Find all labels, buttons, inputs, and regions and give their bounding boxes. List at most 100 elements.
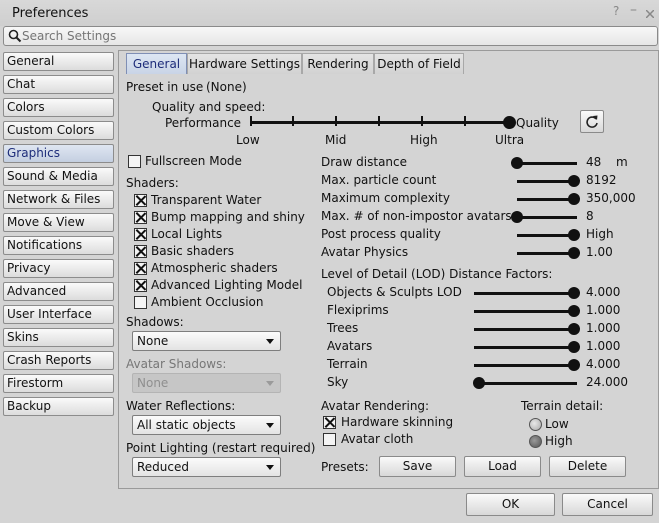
tab-general[interactable]: General	[126, 53, 187, 74]
refresh-icon	[586, 115, 598, 128]
sidebar-item-graphics[interactable]: Graphics	[3, 144, 114, 163]
title-bar[interactable]: Preferences ? –	[0, 0, 659, 26]
water-reflections-combo[interactable]: All static objects	[132, 415, 281, 435]
quality-tick	[464, 116, 466, 126]
sidebar-item-chat[interactable]: Chat	[3, 75, 114, 94]
hardware-skinning-label: Hardware skinning	[341, 415, 454, 429]
terrain-high-radio[interactable]	[529, 435, 542, 448]
flexiprims-slider-knob[interactable]	[568, 305, 580, 317]
advanced-lighting-model-checkbox[interactable]	[134, 279, 147, 292]
water-reflections-label: Water Reflections:	[126, 399, 236, 413]
sidebar-item-advanced[interactable]: Advanced	[3, 282, 114, 301]
maximum-complexity-slider-knob[interactable]	[568, 193, 580, 205]
maximum-complexity-value: 350,000	[586, 191, 636, 205]
close-icon[interactable]	[645, 7, 655, 19]
sidebar-item-move-and-view[interactable]: Move & View	[3, 213, 114, 232]
objects-and-sculpts-lod-slider-knob[interactable]	[568, 287, 580, 299]
shaders-title: Shaders:	[126, 176, 179, 190]
sidebar-item-colors[interactable]: Colors	[3, 98, 114, 117]
minimize-icon[interactable]: –	[630, 2, 637, 18]
atmospheric-shaders-checkbox[interactable]	[134, 262, 147, 275]
max-particle-count-slider-knob[interactable]	[568, 175, 580, 187]
avatar-physics-label: Avatar Physics	[321, 245, 409, 259]
avatar-physics-slider-knob[interactable]	[568, 247, 580, 259]
shadows-combo[interactable]: None	[132, 331, 281, 351]
sky-slider-knob[interactable]	[473, 377, 485, 389]
quality-title: Quality and speed:	[152, 100, 266, 114]
sky-track	[474, 382, 577, 385]
tab-depth-of-field[interactable]: Depth of Field	[374, 53, 464, 74]
help-icon[interactable]: ?	[613, 4, 619, 18]
max-num-of-non-impostor-avatars-slider-knob[interactable]	[511, 211, 523, 223]
terrain-detail-title: Terrain detail:	[521, 399, 604, 413]
local-lights-label: Local Lights	[151, 227, 223, 241]
sidebar-item-privacy[interactable]: Privacy	[3, 259, 114, 278]
sidebar-item-firestorm[interactable]: Firestorm	[3, 374, 114, 393]
sidebar-item-custom-colors[interactable]: Custom Colors	[3, 121, 114, 140]
bump-mapping-and-shiny-checkbox[interactable]	[134, 211, 147, 224]
trees-track	[474, 328, 577, 331]
point-lighting-label: Point Lighting (restart required)	[126, 441, 316, 455]
draw-distance-label: Draw distance	[321, 155, 408, 169]
search-box	[3, 26, 658, 46]
avatars-label: Avatars	[327, 339, 373, 353]
terrain-slider-knob[interactable]	[568, 359, 580, 371]
shadows-label: Shadows:	[126, 315, 184, 329]
sidebar-item-network-and-files[interactable]: Network & Files	[3, 190, 114, 209]
sidebar-item-skins[interactable]: Skins	[3, 328, 114, 347]
flexiprims-label: Flexiprims	[327, 303, 389, 317]
save-preset-button[interactable]: Save	[379, 456, 456, 477]
quality-tick	[378, 116, 380, 126]
load-preset-button[interactable]: Load	[464, 456, 541, 477]
sky-label: Sky	[327, 375, 349, 389]
hardware-skinning-checkbox[interactable]	[323, 416, 336, 429]
quality-tick	[250, 116, 252, 126]
objects-and-sculpts-lod-label: Objects & Sculpts LOD	[327, 285, 462, 299]
quality-slider-knob[interactable]	[503, 116, 516, 129]
avatar-cloth-checkbox[interactable]	[323, 433, 336, 446]
sidebar-item-sound-and-media[interactable]: Sound & Media	[3, 167, 114, 186]
delete-preset-button[interactable]: Delete	[549, 456, 626, 477]
sidebar-item-general[interactable]: General	[3, 52, 114, 71]
sidebar-item-user-interface[interactable]: User Interface	[3, 305, 114, 324]
window-title: Preferences	[12, 6, 89, 21]
trees-slider-knob[interactable]	[568, 323, 580, 335]
advanced-lighting-model-label: Advanced Lighting Model	[151, 278, 303, 292]
cancel-button[interactable]: Cancel	[562, 493, 653, 516]
fullscreen-checkbox[interactable]	[128, 155, 141, 168]
avatar-cloth-label: Avatar cloth	[341, 432, 414, 446]
chevron-down-icon	[266, 381, 274, 386]
transparent-water-checkbox[interactable]	[134, 194, 147, 207]
ok-button[interactable]: OK	[466, 493, 555, 516]
draw-distance-slider-knob[interactable]	[511, 157, 523, 169]
preset-value: (None)	[206, 80, 247, 94]
tab-rendering[interactable]: Rendering	[302, 53, 374, 74]
max-num-of-non-impostor-avatars-value: 8	[586, 209, 594, 223]
quality-tick	[292, 116, 294, 126]
presets-label: Presets:	[321, 460, 369, 474]
tab-hardware-settings[interactable]: Hardware Settings	[187, 53, 302, 74]
terrain-low-radio[interactable]	[529, 418, 542, 431]
point-lighting-combo[interactable]: Reduced	[132, 457, 281, 477]
sidebar-item-notifications[interactable]: Notifications	[3, 236, 114, 255]
terrain-high-label: High	[545, 434, 573, 448]
ambient-occlusion-checkbox[interactable]	[134, 296, 147, 309]
avatar-physics-value: 1.00	[586, 245, 613, 259]
max-num-of-non-impostor-avatars-label: Max. # of non-impostor avatars	[321, 209, 512, 223]
lod-title: Level of Detail (LOD) Distance Factors:	[321, 267, 553, 281]
max-particle-count-label: Max. particle count	[321, 173, 437, 187]
sidebar-item-backup[interactable]: Backup	[3, 397, 114, 416]
search-input[interactable]	[22, 27, 642, 45]
quality-tick-low: Low	[236, 133, 260, 147]
avatar-rendering-title: Avatar Rendering:	[321, 399, 430, 413]
post-process-quality-slider-knob[interactable]	[568, 229, 580, 241]
avatars-slider-knob[interactable]	[568, 341, 580, 353]
reset-quality-button[interactable]	[580, 110, 604, 133]
sidebar-item-crash-reports[interactable]: Crash Reports	[3, 351, 114, 370]
draw-distance-value: 48	[586, 155, 602, 169]
basic-shaders-checkbox[interactable]	[134, 245, 147, 258]
flexiprims-track	[474, 310, 577, 313]
terrain-label: Terrain	[327, 357, 368, 371]
local-lights-checkbox[interactable]	[134, 228, 147, 241]
avatar-shadows-label: Avatar Shadows:	[126, 357, 227, 371]
